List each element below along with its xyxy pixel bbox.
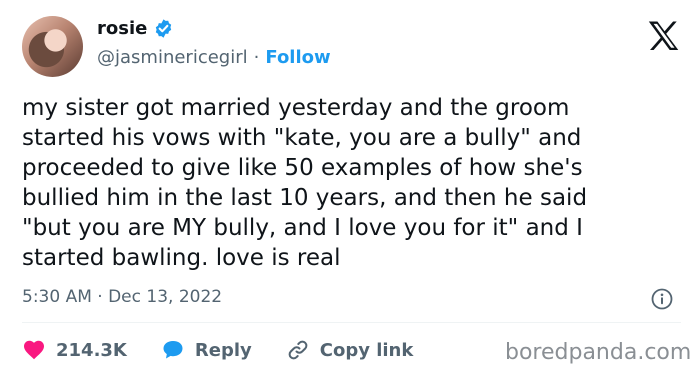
- watermark: boredpanda.com: [505, 340, 692, 365]
- like-button[interactable]: 214.3K: [22, 338, 127, 362]
- avatar[interactable]: [22, 16, 83, 77]
- author-handle-row: @jasminericegirl · Follow: [97, 47, 331, 68]
- link-icon: [288, 340, 308, 360]
- reply-label: Reply: [194, 339, 252, 361]
- tweet-actions: 214.3K Reply Copy link: [22, 338, 447, 362]
- tweet-text: my sister got married yesterday and the …: [22, 95, 588, 271]
- x-logo-icon[interactable]: [648, 21, 679, 50]
- author-name-row: rosie: [97, 18, 174, 39]
- author-name[interactable]: rosie: [97, 18, 147, 39]
- divider: [22, 322, 681, 323]
- follow-button[interactable]: Follow: [265, 47, 330, 68]
- copy-link-button[interactable]: Copy link: [286, 338, 414, 362]
- verified-badge-icon: [153, 18, 174, 39]
- author-handle[interactable]: @jasminericegirl: [97, 47, 248, 68]
- copy-link-label: Copy link: [319, 339, 414, 361]
- tweet-card: rosie @jasminericegirl · Follow my siste…: [0, 0, 700, 379]
- tweet-timestamp[interactable]: 5:30 AM · Dec 13, 2022: [22, 287, 222, 307]
- reply-button[interactable]: Reply: [161, 338, 252, 362]
- separator-dot: ·: [253, 47, 260, 68]
- info-icon[interactable]: [651, 288, 673, 310]
- reply-bubble-icon: [163, 341, 183, 359]
- heart-icon: [24, 340, 44, 360]
- like-count: 214.3K: [56, 339, 127, 361]
